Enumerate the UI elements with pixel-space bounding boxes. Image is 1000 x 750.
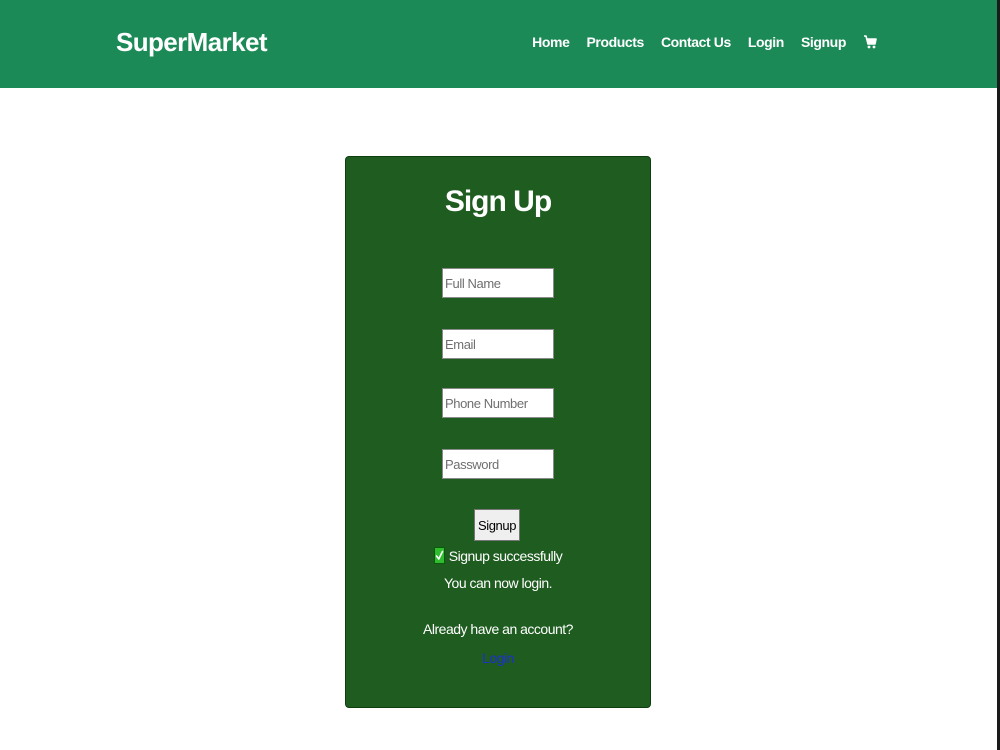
- nav-login-link[interactable]: Login: [748, 34, 785, 50]
- check-mark-icon: [433, 547, 445, 564]
- email-input[interactable]: [442, 329, 554, 359]
- password-input[interactable]: [442, 449, 554, 479]
- signup-title: Sign Up: [444, 185, 552, 218]
- nav-signup-link[interactable]: Signup: [801, 34, 846, 50]
- success-subtext: You can now login.: [443, 575, 553, 591]
- shopping-cart-icon[interactable]: [863, 34, 877, 50]
- phone-number-input[interactable]: [442, 388, 554, 418]
- nav-home-link[interactable]: Home: [532, 34, 570, 50]
- navbar: SuperMarket Home Products Contact Us Log…: [0, 0, 997, 88]
- nav-products-link[interactable]: Products: [586, 34, 644, 50]
- nav-contact-link[interactable]: Contact Us: [661, 34, 731, 50]
- success-text: Signup successfully: [448, 547, 563, 564]
- page: SuperMarket Home Products Contact Us Log…: [0, 0, 1000, 750]
- brand-logo[interactable]: SuperMarket: [116, 27, 268, 58]
- success-message: Signup successfully: [346, 547, 650, 564]
- account-prompt: Already have an account?: [423, 621, 573, 637]
- full-name-input[interactable]: [442, 268, 554, 298]
- login-link-wrapper: Login: [346, 650, 650, 666]
- signup-card: Sign Up Signup Signup successfully You c…: [345, 156, 651, 708]
- signup-button[interactable]: Signup: [474, 509, 520, 541]
- nav-links: Home Products Contact Us Login Signup: [532, 34, 877, 50]
- login-link[interactable]: Login: [482, 650, 514, 666]
